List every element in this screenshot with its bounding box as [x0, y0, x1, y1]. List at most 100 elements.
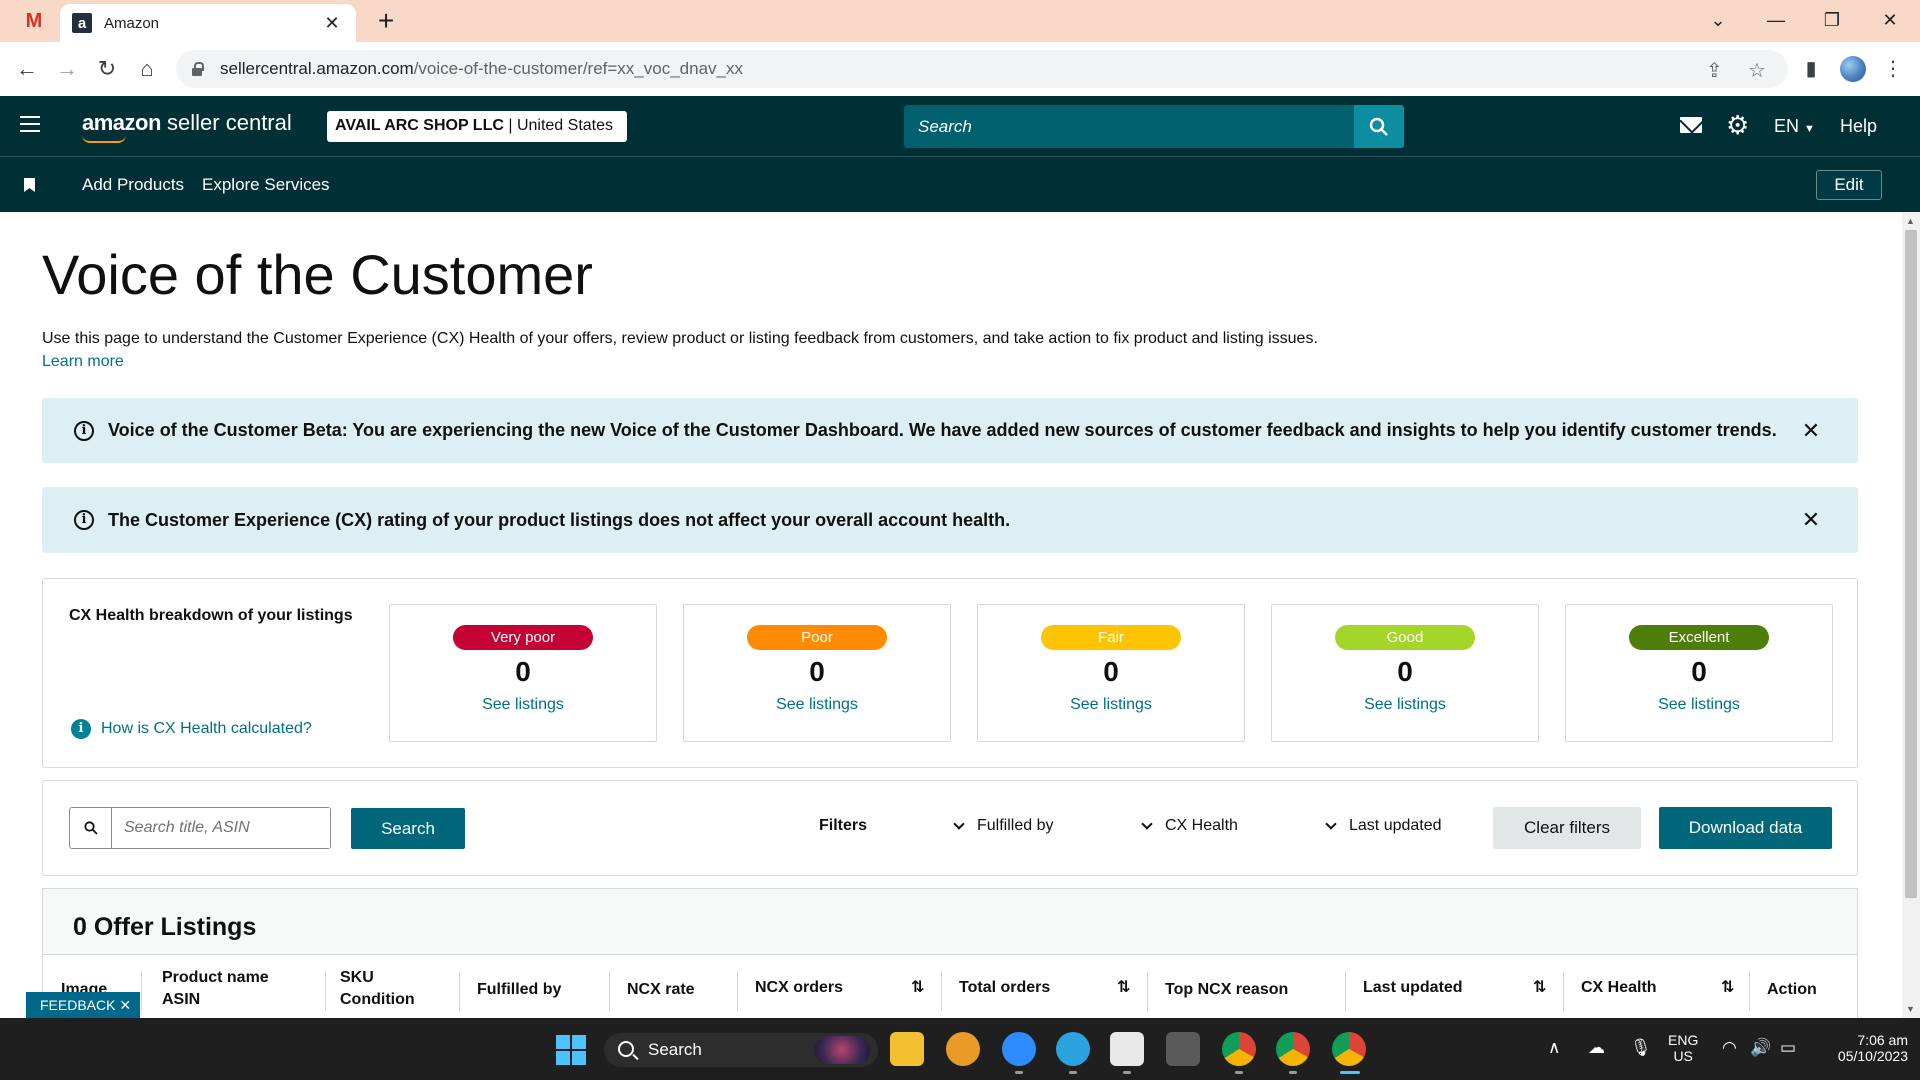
listing-search-input[interactable]: [112, 808, 330, 848]
search-icon: [618, 1041, 634, 1057]
see-listings-link[interactable]: See listings: [1566, 696, 1832, 714]
cx-count: 0: [1397, 656, 1413, 687]
taskbar-search[interactable]: Search: [604, 1033, 878, 1067]
cx-count: 0: [1103, 656, 1119, 687]
explore-services-link[interactable]: Explore Services: [202, 175, 330, 195]
close-icon[interactable]: ✕: [119, 997, 131, 1013]
sort-icon[interactable]: ⇅: [1117, 977, 1130, 997]
column-header-total-orders[interactable]: Total orders: [959, 977, 1050, 999]
menu-icon[interactable]: [20, 116, 40, 132]
fulfilled-by-dropdown[interactable]: Fulfilled by: [953, 817, 1053, 835]
edit-nav-button[interactable]: Edit: [1816, 170, 1882, 200]
scroll-up-icon[interactable]: ▲: [1906, 216, 1915, 226]
telegram-icon[interactable]: [1056, 1032, 1090, 1066]
page-scrollbar[interactable]: ▲ ▼: [1902, 212, 1920, 1018]
clear-filters-button[interactable]: Clear filters: [1493, 807, 1641, 849]
back-arrow-icon[interactable]: ←: [12, 54, 42, 84]
chrome-icon[interactable]: [1276, 1032, 1310, 1066]
help-link[interactable]: Help: [1840, 116, 1877, 137]
see-listings-link[interactable]: See listings: [684, 696, 950, 714]
gmail-tab[interactable]: M: [14, 8, 54, 34]
close-window-button[interactable]: ✕: [1870, 6, 1910, 34]
file-explorer-icon[interactable]: [890, 1032, 924, 1066]
cx-card-poor: Poor 0 See listings: [683, 604, 951, 742]
scrollbar-thumb[interactable]: [1905, 230, 1917, 898]
clock[interactable]: 7:06 am 05/10/2023: [1818, 1032, 1908, 1064]
see-listings-link[interactable]: See listings: [978, 696, 1244, 714]
info-icon: i: [74, 510, 94, 530]
page-intro: Use this page to understand the Customer…: [42, 330, 1318, 347]
bookmark-star-icon[interactable]: ☆: [1748, 58, 1766, 83]
profile-avatar[interactable]: [1840, 56, 1866, 82]
add-products-link[interactable]: Add Products: [82, 175, 184, 195]
tab-search-chevron-icon[interactable]: ⌄: [1698, 6, 1738, 34]
column-header-product-name[interactable]: Product name ASIN: [162, 967, 269, 1011]
windows-start-icon[interactable]: [556, 1035, 586, 1065]
column-header-cx-health[interactable]: CX Health: [1581, 977, 1657, 999]
learn-more-link[interactable]: Learn more: [42, 353, 124, 371]
cx-card-good: Good 0 See listings: [1271, 604, 1539, 742]
cx-card-very-poor: Very poor 0 See listings: [389, 604, 657, 742]
sort-icon[interactable]: ⇅: [1721, 977, 1734, 997]
browser-tab-amazon[interactable]: a Amazon ✕: [60, 4, 356, 42]
cx-health-help-link[interactable]: i How is CX Health calculated?: [71, 719, 312, 739]
url-field[interactable]: sellercentral.amazon.com/voice-of-the-cu…: [176, 50, 1788, 88]
scroll-down-icon[interactable]: ▼: [1906, 1004, 1915, 1014]
header-search-input[interactable]: [904, 105, 1352, 148]
restore-button[interactable]: ❐: [1812, 6, 1852, 34]
column-header-ncx-orders[interactable]: NCX orders: [755, 977, 843, 999]
account-switcher[interactable]: AVAIL ARC SHOP LLC | United States: [327, 111, 627, 142]
zoom-icon[interactable]: [1002, 1032, 1036, 1066]
new-tab-button[interactable]: +: [370, 6, 402, 36]
cx-health-dropdown[interactable]: CX Health: [1141, 817, 1238, 835]
amazon-favicon-icon: a: [72, 13, 92, 33]
column-header-last-updated[interactable]: Last updated: [1363, 977, 1463, 999]
column-header-ncx-rate[interactable]: NCX rate: [627, 979, 695, 1001]
browser-tab-bar: M a Amazon ✕ + ⌄ — ❐ ✕: [0, 0, 1920, 42]
minimize-button[interactable]: —: [1756, 6, 1796, 34]
close-alert-icon[interactable]: ✕: [1796, 507, 1826, 533]
sort-icon[interactable]: ⇅: [911, 977, 924, 997]
show-hidden-icons-icon[interactable]: ∧: [1548, 1038, 1560, 1058]
chrome-icon[interactable]: [1222, 1032, 1256, 1066]
seller-central-logo[interactable]: amazon seller central: [82, 110, 292, 143]
forward-arrow-icon[interactable]: →: [52, 54, 82, 84]
bookmark-icon[interactable]: [24, 178, 35, 192]
wifi-icon[interactable]: ◠: [1722, 1038, 1737, 1058]
share-icon[interactable]: ⇪: [1706, 58, 1723, 83]
column-header-top-ncx-reason[interactable]: Top NCX reason: [1165, 979, 1288, 1001]
browser-menu-icon[interactable]: ⋮: [1878, 54, 1908, 84]
header-search-button[interactable]: [1354, 105, 1404, 148]
volume-icon[interactable]: 🔊: [1750, 1038, 1771, 1058]
column-header-fulfilled-by[interactable]: Fulfilled by: [477, 979, 561, 1001]
sort-icon[interactable]: ⇅: [1533, 977, 1546, 997]
side-panel-icon[interactable]: ▮: [1796, 54, 1826, 84]
input-language[interactable]: ENG US: [1668, 1032, 1698, 1064]
language-selector[interactable]: EN ▼: [1774, 116, 1815, 137]
home-icon[interactable]: ⌂: [132, 54, 162, 84]
microphone-icon[interactable]: 🎙: [1630, 1038, 1652, 1058]
close-tab-icon[interactable]: ✕: [320, 13, 344, 34]
chrome-icon[interactable]: [1332, 1032, 1366, 1066]
see-listings-link[interactable]: See listings: [390, 696, 656, 714]
status-badge: Poor: [747, 625, 887, 650]
column-header-sku[interactable]: SKU Condition: [340, 967, 415, 1011]
download-data-button[interactable]: Download data: [1659, 807, 1832, 849]
calculator-icon[interactable]: [1166, 1032, 1200, 1066]
cx-count: 0: [515, 656, 531, 687]
cx-health-panel: CX Health breakdown of your listings i H…: [42, 578, 1858, 768]
app-icon[interactable]: [946, 1032, 980, 1066]
feedback-tab[interactable]: FEEDBACK ✕: [26, 992, 140, 1018]
mail-icon[interactable]: [1680, 117, 1702, 133]
listing-search-button[interactable]: Search: [351, 808, 465, 849]
gmail-icon: M: [25, 9, 43, 32]
chevron-down-icon: [1325, 818, 1337, 830]
reload-icon[interactable]: ↻: [92, 54, 122, 84]
see-listings-link[interactable]: See listings: [1272, 696, 1538, 714]
snipping-tool-icon[interactable]: [1110, 1032, 1144, 1066]
onedrive-icon[interactable]: ☁: [1588, 1038, 1605, 1058]
last-updated-dropdown[interactable]: Last updated: [1325, 817, 1442, 835]
close-alert-icon[interactable]: ✕: [1796, 418, 1826, 444]
battery-icon[interactable]: ▭: [1780, 1038, 1796, 1058]
settings-gear-icon[interactable]: ⚙: [1726, 110, 1749, 141]
